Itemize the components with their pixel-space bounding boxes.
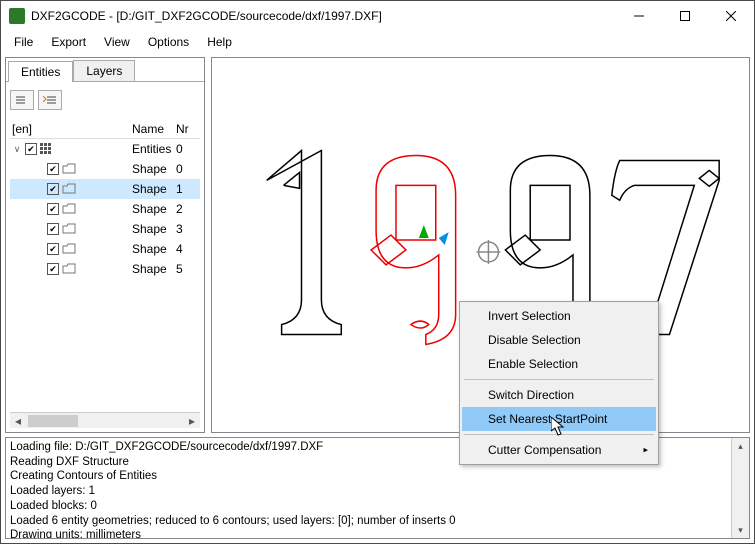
close-icon <box>726 11 736 21</box>
collapse-all-button[interactable] <box>10 90 34 110</box>
checkbox[interactable] <box>47 223 59 235</box>
shape-icon <box>62 243 76 255</box>
ctx-separator <box>464 434 654 435</box>
tree-row-nr: 0 <box>176 162 200 176</box>
ctx-separator <box>464 379 654 380</box>
app-icon <box>9 8 25 24</box>
scroll-up-arrow-icon[interactable]: ▴ <box>732 438 749 454</box>
maximize-button[interactable] <box>662 1 708 31</box>
menu-options[interactable]: Options <box>139 33 198 51</box>
tree-header: [en] Name Nr <box>10 120 200 139</box>
log-vscrollbar[interactable]: ▴ ▾ <box>731 438 749 538</box>
tab-layers[interactable]: Layers <box>73 60 135 81</box>
expand-icon <box>43 95 57 105</box>
tree-header-group: [en] <box>10 122 132 136</box>
grid-icon <box>40 143 52 155</box>
window-controls <box>616 1 754 31</box>
checkbox[interactable] <box>25 143 37 155</box>
direction-arrow-icon <box>439 232 449 245</box>
tree-row-nr: 5 <box>176 262 200 276</box>
tree-row[interactable]: Shape5 <box>10 259 200 279</box>
ctx-invert-selection[interactable]: Invert Selection <box>462 304 656 328</box>
client-area: Entities Layers [en] Name <box>1 53 754 543</box>
shape-icon <box>62 223 76 235</box>
window-title: DXF2GCODE - [D:/GIT_DXF2GCODE/sourcecode… <box>31 9 616 23</box>
scroll-right-arrow-icon[interactable]: ▸ <box>184 413 200 429</box>
menubar: File Export View Options Help <box>1 31 754 53</box>
checkbox[interactable] <box>47 243 59 255</box>
expander-icon[interactable]: ∨ <box>12 144 22 155</box>
checkbox[interactable] <box>47 203 59 215</box>
crosshair-icon <box>477 240 501 264</box>
tree-row-nr: 2 <box>176 202 200 216</box>
collapse-icon <box>15 95 29 105</box>
ctx-disable-selection[interactable]: Disable Selection <box>462 328 656 352</box>
tree-header-name[interactable]: Name <box>132 122 176 136</box>
tree-row-nr: 4 <box>176 242 200 256</box>
ctx-set-nearest-startpoint[interactable]: Set Nearest StartPoint <box>462 407 656 431</box>
tree-root-nr: 0 <box>176 142 200 156</box>
ctx-cutter-compensation[interactable]: Cutter Compensation ▸ <box>462 438 656 462</box>
context-menu: Invert Selection Disable Selection Enabl… <box>459 301 659 465</box>
tree-root-entities[interactable]: ∨ Entities0 <box>10 139 200 159</box>
tree-root-name: Entities <box>132 142 176 156</box>
shape-icon <box>62 163 76 175</box>
maximize-icon <box>680 11 690 21</box>
menu-help[interactable]: Help <box>198 33 241 51</box>
scroll-down-arrow-icon[interactable]: ▾ <box>732 522 749 538</box>
tree-row-name: Shape <box>132 202 176 216</box>
titlebar: DXF2GCODE - [D:/GIT_DXF2GCODE/sourcecode… <box>1 1 754 31</box>
scroll-left-arrow-icon[interactable]: ◂ <box>10 413 26 429</box>
minimize-button[interactable] <box>616 1 662 31</box>
tab-strip: Entities Layers <box>6 58 204 81</box>
minimize-icon <box>634 11 644 21</box>
checkbox[interactable] <box>47 263 59 275</box>
tree-row-nr: 3 <box>176 222 200 236</box>
tree-row-nr: 1 <box>176 182 200 196</box>
tree-row-name: Shape <box>132 242 176 256</box>
start-arrow-icon <box>419 225 429 238</box>
shape-icon <box>62 203 76 215</box>
tab-entities[interactable]: Entities <box>8 61 73 82</box>
ctx-cutter-compensation-label: Cutter Compensation <box>488 443 601 457</box>
shape-icon <box>62 183 76 195</box>
submenu-arrow-icon: ▸ <box>643 445 648 456</box>
tree-row-name: Shape <box>132 262 176 276</box>
tree-toolbar <box>10 90 200 110</box>
tree-row[interactable]: Shape1 <box>10 179 200 199</box>
menu-export[interactable]: Export <box>42 33 95 51</box>
entities-panel: Entities Layers [en] Name <box>5 57 205 433</box>
scroll-thumb[interactable] <box>28 415 78 427</box>
tree-hscrollbar[interactable]: ◂ ▸ <box>10 412 200 428</box>
tree-row-name: Shape <box>132 162 176 176</box>
tree-row[interactable]: Shape3 <box>10 219 200 239</box>
menu-view[interactable]: View <box>95 33 139 51</box>
checkbox[interactable] <box>47 183 59 195</box>
checkbox[interactable] <box>47 163 59 175</box>
tree-body: ∨Entities0Shape0Shape1Shape2Shape3Shape4… <box>10 139 200 412</box>
ctx-enable-selection[interactable]: Enable Selection <box>462 352 656 376</box>
tree-row[interactable]: Shape4 <box>10 239 200 259</box>
app-window: DXF2GCODE - [D:/GIT_DXF2GCODE/sourcecode… <box>0 0 755 544</box>
tree-row-name: Shape <box>132 182 176 196</box>
shape-icon <box>62 263 76 275</box>
tree-row-name: Shape <box>132 222 176 236</box>
tree-header-nr[interactable]: Nr <box>176 122 200 136</box>
tree-row[interactable]: Shape2 <box>10 199 200 219</box>
tree-row[interactable]: Shape0 <box>10 159 200 179</box>
expand-all-button[interactable] <box>38 90 62 110</box>
entities-tab-body: [en] Name Nr ∨Entities0Shape0Shape1Shape… <box>6 81 204 432</box>
menu-file[interactable]: File <box>5 33 42 51</box>
close-button[interactable] <box>708 1 754 31</box>
ctx-switch-direction[interactable]: Switch Direction <box>462 383 656 407</box>
